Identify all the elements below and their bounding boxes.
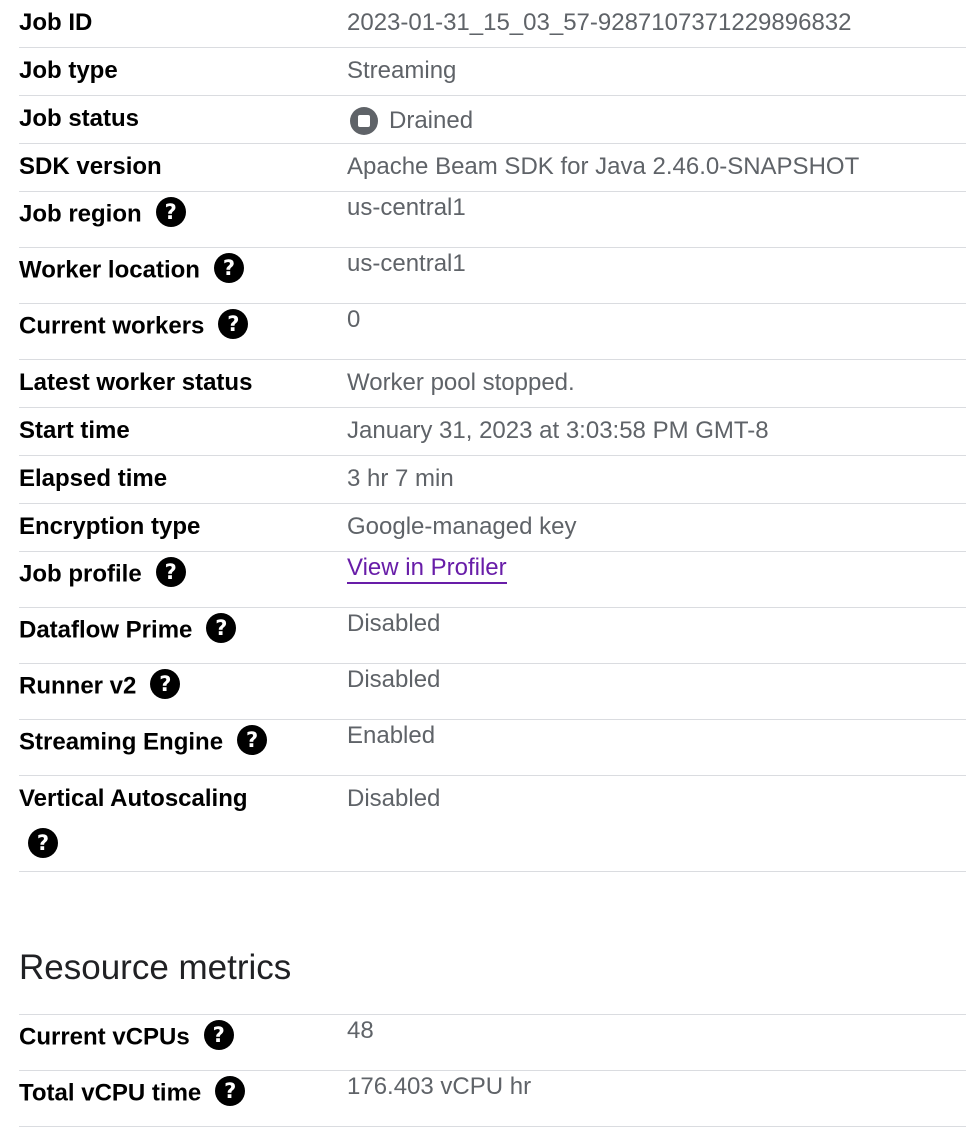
elapsed-time-value: 3 hr 7 min [347,465,454,492]
row-worker-location: Worker location? us-central1 [19,248,966,304]
job-profile-label: Job profile? [19,552,347,590]
job-type-label: Job type [19,57,118,84]
streaming-engine-label-text: Streaming Engine [19,728,224,756]
resource-metrics-title: Resource metrics [19,948,292,987]
total-vcpu-time-label-text: Total vCPU time [19,1079,202,1107]
row-job-profile: Job profile? View in Profiler [19,552,966,608]
row-total-vcpu-time: Total vCPU time? 176.403 vCPU hr [19,1071,966,1127]
help-circle-icon[interactable]: ? [215,1076,246,1106]
latest-worker-status-value: Worker pool stopped. [347,369,575,396]
drained-stop-icon [350,107,378,135]
help-circle-icon[interactable]: ? [155,197,186,227]
total-vcpu-time-label: Total vCPU time? [19,1071,347,1109]
row-job-type: Job type Streaming [19,48,966,96]
job-type-value: Streaming [347,57,457,84]
sdk-version-value: Apache Beam SDK for Java 2.46.0-SNAPSHOT [347,153,860,180]
job-status-text: Drained [389,107,474,134]
row-encryption-type: Encryption type Google-managed key [19,504,966,552]
row-sdk-version: SDK version Apache Beam SDK for Java 2.4… [19,144,966,192]
row-elapsed-time: Elapsed time 3 hr 7 min [19,456,966,504]
start-time-label: Start time [19,417,130,444]
row-dataflow-prime: Dataflow Prime? Disabled [19,608,966,664]
job-info-panel: Job ID 2023-01-31_15_03_57-9287107371229… [19,0,966,1127]
vertical-autoscaling-label-text: Vertical Autoscaling [19,785,248,812]
job-region-label: Job region? [19,192,347,230]
job-profile-value: View in Profiler [347,552,966,584]
row-latest-worker-status: Latest worker status Worker pool stopped… [19,360,966,408]
runner-v2-label-text: Runner v2 [19,672,137,700]
sdk-version-label: SDK version [19,153,162,180]
help-circle-icon[interactable]: ? [213,253,244,283]
streaming-engine-value: Enabled [347,722,436,749]
help-circle-icon[interactable]: ? [218,309,249,339]
row-vertical-autoscaling: Vertical Autoscaling ? Disabled [19,776,966,872]
job-status-value: Drained [347,96,966,135]
elapsed-time-label: Elapsed time [19,465,168,492]
dataflow-prime-label-text: Dataflow Prime [19,616,193,644]
job-region-value: us-central1 [347,194,466,221]
help-circle-icon[interactable]: ? [237,725,268,755]
dataflow-prime-label: Dataflow Prime? [19,608,347,646]
resource-metrics-table: Current vCPUs? 48 Total vCPU time? 176.4… [19,1014,966,1127]
current-vcpus-label: Current vCPUs? [19,1015,347,1053]
runner-v2-value: Disabled [347,666,441,693]
help-circle-icon[interactable]: ? [203,1020,234,1050]
worker-location-label-text: Worker location [19,256,200,284]
runner-v2-label: Runner v2? [19,664,347,702]
help-circle-icon[interactable]: ? [206,613,237,643]
vertical-autoscaling-help: ? [28,828,339,858]
row-current-workers: Current workers? 0 [19,304,966,360]
current-workers-label: Current workers? [19,304,347,342]
row-job-id: Job ID 2023-01-31_15_03_57-9287107371229… [19,0,966,48]
row-job-status: Job status Drained [19,96,966,144]
help-circle-icon[interactable]: ? [150,669,181,699]
row-streaming-engine: Streaming Engine? Enabled [19,720,966,776]
current-vcpus-value: 48 [347,1017,374,1044]
job-profile-label-text: Job profile [19,560,142,588]
job-region-label-text: Job region [19,200,142,228]
vertical-autoscaling-value: Disabled [347,785,441,812]
row-runner-v2: Runner v2? Disabled [19,664,966,720]
encryption-type-value: Google-managed key [347,513,577,540]
current-vcpus-label-text: Current vCPUs [19,1023,190,1051]
job-id-label: Job ID [19,9,93,36]
vertical-autoscaling-label: Vertical Autoscaling ? [19,776,347,858]
latest-worker-status-label: Latest worker status [19,369,253,396]
worker-location-label: Worker location? [19,248,347,286]
help-circle-icon[interactable]: ? [28,828,58,858]
job-id-value: 2023-01-31_15_03_57-9287107371229896832 [347,9,852,36]
row-current-vcpus: Current vCPUs? 48 [19,1015,966,1071]
row-job-region: Job region? us-central1 [19,192,966,248]
total-vcpu-time-value: 176.403 vCPU hr [347,1073,532,1100]
streaming-engine-label: Streaming Engine? [19,720,347,758]
job-info-table: Job ID 2023-01-31_15_03_57-9287107371229… [19,0,966,872]
help-circle-icon[interactable]: ? [155,557,186,587]
dataflow-prime-value: Disabled [347,610,441,637]
row-start-time: Start time January 31, 2023 at 3:03:58 P… [19,408,966,456]
current-workers-value: 0 [347,306,361,333]
start-time-value: January 31, 2023 at 3:03:58 PM GMT-8 [347,417,769,444]
current-workers-label-text: Current workers [19,312,205,340]
view-in-profiler-link[interactable]: View in Profiler [347,556,507,584]
job-status-label: Job status [19,105,140,132]
encryption-type-label: Encryption type [19,513,201,540]
worker-location-value: us-central1 [347,250,466,277]
